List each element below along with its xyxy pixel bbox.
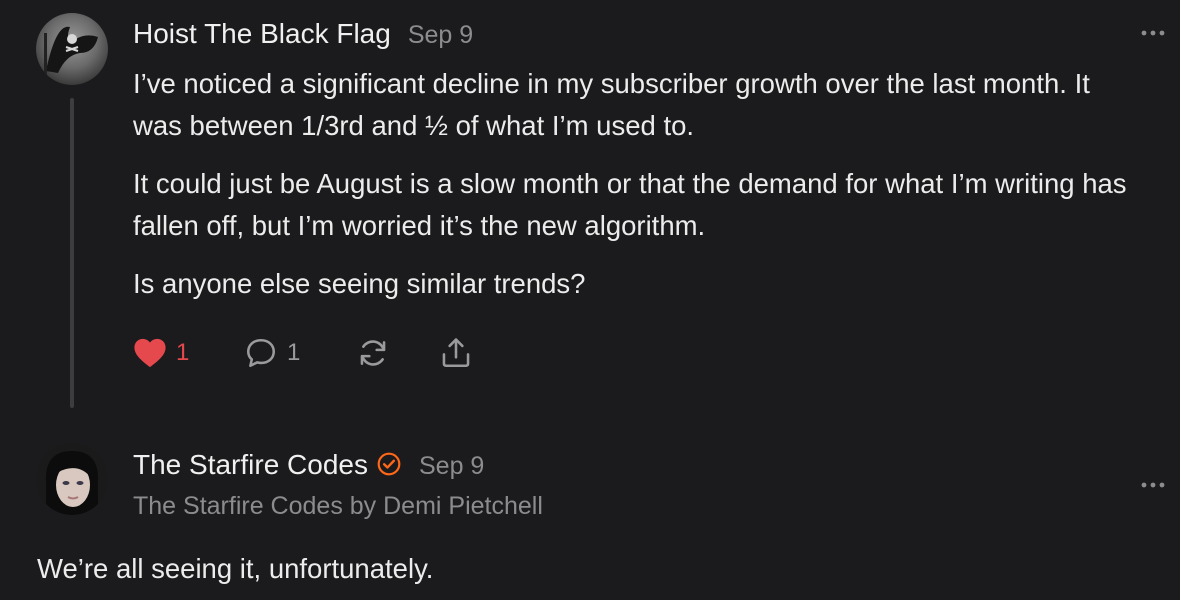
avatar[interactable]	[36, 443, 108, 515]
reply-count: 1	[287, 339, 301, 366]
comment-paragraph: Is anyone else seeing similar trends?	[133, 268, 586, 299]
speech-bubble-icon	[246, 338, 276, 368]
avatar[interactable]	[36, 13, 108, 85]
author-name[interactable]: The Starfire Codes	[133, 449, 368, 481]
more-options-icon[interactable]	[1140, 28, 1166, 38]
like-button[interactable]: 1	[133, 334, 189, 372]
comment-body: We’re all seeing it, unfortunately.	[37, 553, 434, 584]
heart-icon	[134, 338, 166, 368]
thread-line	[70, 98, 74, 408]
share-icon	[442, 338, 470, 368]
share-button[interactable]	[439, 334, 473, 372]
comment-header: Hoist The Black Flag Sep 9	[133, 18, 473, 50]
comment-body: I’ve noticed a significant decline in my…	[133, 63, 1133, 321]
pirate-flag-icon	[36, 13, 108, 85]
author-name[interactable]: Hoist The Black Flag	[133, 18, 391, 50]
comment-paragraph: It could just be August is a slow month …	[133, 168, 1127, 241]
comment-date[interactable]: Sep 9	[419, 452, 484, 481]
restack-button[interactable]	[356, 334, 390, 372]
user-photo-avatar	[36, 443, 108, 515]
reply-button[interactable]: 1	[244, 334, 300, 372]
restack-icon	[360, 340, 386, 366]
comment-header: The Starfire Codes Sep 9	[133, 448, 484, 481]
comment-paragraph: I’ve noticed a significant decline in my…	[133, 68, 1090, 141]
more-options-icon[interactable]	[1140, 480, 1166, 490]
publication-name[interactable]: The Starfire Codes by Demi Pietchell	[133, 492, 543, 521]
comment-date[interactable]: Sep 9	[408, 21, 473, 50]
like-count: 1	[176, 339, 190, 366]
verified-badge-icon	[377, 452, 401, 476]
